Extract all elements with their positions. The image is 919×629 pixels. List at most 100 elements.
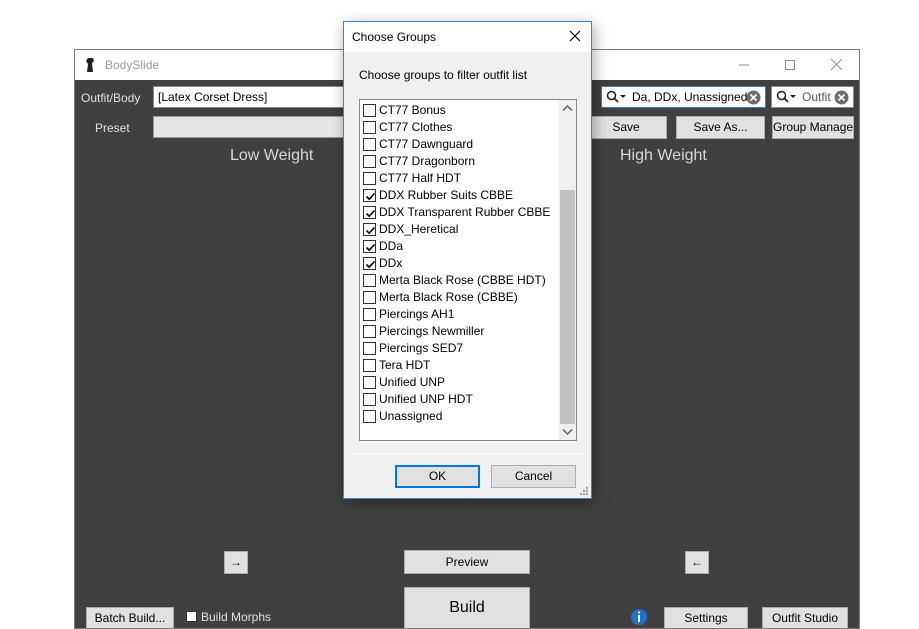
group-checkbox[interactable] — [363, 257, 376, 270]
batch-build-button[interactable]: Batch Build... — [86, 607, 174, 628]
group-checkbox[interactable] — [363, 376, 376, 389]
checkmark-icon — [365, 260, 376, 269]
outfit-body-select[interactable]: [Latex Corset Dress] — [153, 86, 353, 108]
preview-button[interactable]: Preview — [404, 550, 530, 574]
info-icon[interactable] — [630, 608, 648, 626]
group-list-item[interactable]: Tera HDT — [362, 357, 557, 374]
group-checkbox[interactable] — [363, 274, 376, 287]
maximize-icon[interactable] — [767, 50, 813, 80]
group-label: Piercings SED7 — [379, 341, 464, 355]
build-morphs-label: Build Morphs — [201, 610, 272, 624]
group-list-item[interactable]: Unified UNP HDT — [362, 391, 557, 408]
save-as-button[interactable]: Save As... — [676, 116, 765, 139]
group-list-item[interactable]: DDa — [362, 238, 557, 255]
group-list-item[interactable]: Piercings SED7 — [362, 340, 557, 357]
ok-button[interactable]: OK — [395, 465, 480, 488]
main-window-title: BodySlide — [105, 58, 160, 72]
dialog-instruction: Choose groups to filter outfit list — [359, 68, 528, 82]
group-checkbox[interactable] — [363, 308, 376, 321]
group-checkbox[interactable] — [363, 291, 376, 304]
outfit-studio-button[interactable]: Outfit Studio — [762, 607, 848, 628]
build-button[interactable]: Build — [404, 587, 530, 628]
checkmark-icon — [365, 192, 376, 201]
checkmark-icon — [365, 209, 376, 218]
dialog-title: Choose Groups — [352, 30, 437, 44]
group-label: Merta Black Rose (CBBE) — [379, 290, 518, 304]
settings-button[interactable]: Settings — [664, 607, 748, 628]
group-list-item[interactable]: Merta Black Rose (CBBE) — [362, 289, 557, 306]
group-filter-input[interactable]: Da, DDx, Unassigned — [601, 86, 766, 108]
group-list-item[interactable]: Merta Black Rose (CBBE HDT) — [362, 272, 557, 289]
group-label: CT77 Dragonborn — [379, 154, 476, 168]
group-list-item[interactable]: CT77 Dragonborn — [362, 153, 557, 170]
group-list-item[interactable]: Piercings Newmiller — [362, 323, 557, 340]
group-checkbox[interactable] — [363, 223, 376, 236]
save-button[interactable]: Save — [585, 116, 667, 139]
group-label: Tera HDT — [379, 358, 431, 372]
group-label: Piercings Newmiller — [379, 324, 485, 338]
group-list-item[interactable]: DDX Rubber Suits CBBE — [362, 187, 557, 204]
group-list-item[interactable]: DDx — [362, 255, 557, 272]
group-list-item[interactable]: Piercings AH1 — [362, 306, 557, 323]
copy-to-high-button[interactable]: → — [224, 551, 248, 574]
group-label: CT77 Half HDT — [379, 171, 462, 185]
group-filter-text: Da, DDx, Unassigned — [632, 90, 748, 104]
group-checkbox[interactable] — [363, 393, 376, 406]
scroll-up-icon[interactable] — [562, 104, 573, 112]
preset-select[interactable] — [153, 116, 353, 138]
group-list-item[interactable]: CT77 Dawnguard — [362, 136, 557, 153]
minimize-icon[interactable] — [721, 50, 767, 80]
group-label: DDX_Heretical — [379, 222, 459, 236]
group-list-item[interactable]: DDX_Heretical — [362, 221, 557, 238]
group-label: DDx — [379, 256, 403, 270]
group-checkbox[interactable] — [363, 155, 376, 168]
high-weight-label: High Weight — [620, 147, 707, 164]
outfit-search-dropdown-icon[interactable] — [776, 90, 798, 104]
scroll-thumb[interactable] — [560, 190, 575, 424]
group-list-item[interactable]: DDX Transparent Rubber CBBE — [362, 204, 557, 221]
group-checkbox[interactable] — [363, 206, 376, 219]
group-list-item[interactable]: CT77 Bonus — [362, 102, 557, 119]
low-weight-label: Low Weight — [230, 147, 314, 164]
group-label: CT77 Clothes — [379, 120, 453, 134]
group-list-item[interactable]: CT77 Half HDT — [362, 170, 557, 187]
scroll-down-icon[interactable] — [562, 428, 573, 436]
group-checkbox[interactable] — [363, 410, 376, 423]
group-checkbox[interactable] — [363, 342, 376, 355]
checkmark-icon — [365, 226, 376, 235]
group-manage-button[interactable]: Group Manage — [772, 116, 854, 139]
group-label: Merta Black Rose (CBBE HDT) — [379, 273, 546, 287]
group-checkbox[interactable] — [363, 189, 376, 202]
group-checkbox[interactable] — [363, 138, 376, 151]
group-label: CT77 Bonus — [379, 103, 446, 117]
group-checkbox[interactable] — [363, 359, 376, 372]
dialog-titlebar[interactable]: Choose Groups — [344, 22, 591, 52]
group-list-item[interactable]: Unified UNP — [362, 374, 557, 391]
outfit-filter-placeholder: Outfit — [802, 90, 831, 104]
clear-filter-icon[interactable] — [746, 90, 761, 105]
group-checklist[interactable]: CT77 Bonus CT77 Clothes CT77 Dawnguard CT77… — [359, 99, 577, 441]
group-checkbox[interactable] — [363, 121, 376, 134]
outfit-filter-input[interactable]: Outfit — [771, 86, 854, 108]
group-checkbox[interactable] — [363, 172, 376, 185]
resize-grip-icon[interactable] — [579, 486, 589, 496]
dialog-close-icon[interactable] — [565, 26, 585, 46]
group-list-scrollbar[interactable] — [559, 100, 576, 440]
clear-outfit-filter-icon[interactable] — [834, 90, 849, 105]
search-dropdown-icon[interactable] — [606, 90, 628, 104]
group-checkbox[interactable] — [363, 240, 376, 253]
group-checkbox[interactable] — [363, 104, 376, 117]
group-label: DDX Transparent Rubber CBBE — [379, 205, 551, 219]
cancel-button[interactable]: Cancel — [491, 465, 576, 488]
group-label: Unified UNP HDT — [379, 392, 473, 406]
group-checkbox[interactable] — [363, 325, 376, 338]
preset-label: Preset — [95, 121, 130, 135]
build-morphs-checkbox[interactable] — [186, 611, 197, 622]
main-close-icon[interactable] — [813, 50, 859, 80]
group-list-item[interactable]: Unassigned — [362, 408, 557, 425]
group-label: Unassigned — [379, 409, 443, 423]
copy-to-low-button[interactable]: ← — [685, 551, 709, 574]
group-list-item[interactable]: CT77 Clothes — [362, 119, 557, 136]
group-label: DDa — [379, 239, 404, 253]
choose-groups-dialog: Choose Groups Choose groups to filter ou… — [343, 21, 592, 499]
